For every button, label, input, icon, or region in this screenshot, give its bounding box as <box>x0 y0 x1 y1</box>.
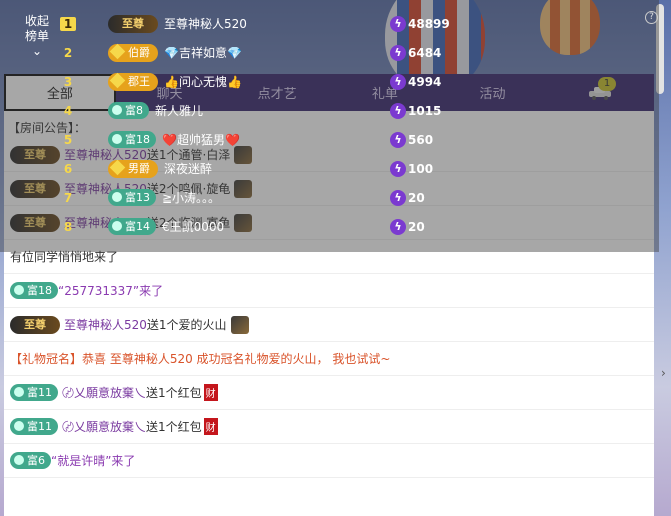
rank-user-name[interactable]: 👍问心无愧👍 <box>164 73 242 90</box>
rank-user-name[interactable]: ❤️超帅猛男❤️ <box>162 131 240 148</box>
collapse-label-line: 收起 <box>24 14 49 28</box>
zhizun-badge: 至尊 <box>108 14 158 33</box>
gift-naming-text: 【礼物冠名】恭喜 至尊神秘人520 成功冠名礼物爱的火山， 我也试试~ <box>10 352 391 366</box>
help-icon[interactable]: ? <box>645 11 658 24</box>
rank-number: 1 <box>60 16 76 31</box>
wealth-badge: 富6 <box>10 452 51 469</box>
rank-user-name[interactable]: 至尊神秘人520 <box>164 15 247 32</box>
rank-value: ϟ 1015 <box>390 102 442 119</box>
lightning-icon: ϟ <box>390 218 406 235</box>
leaderboard-overlay: 收起 榜单 ⌄ 1 至尊 至尊神秘人520 ϟ 48899 2 伯爵 💎吉祥如意💎 ϟ 6484 3 郡… <box>0 0 659 252</box>
lightning-icon: ϟ <box>390 189 406 206</box>
rank-user-name[interactable]: 新人雅儿 <box>155 102 203 119</box>
wealth-badge: 富11 <box>10 384 58 401</box>
chat-user-name[interactable]: 〄乂願意放棄乀 <box>62 384 146 401</box>
collapse-leaderboard-button[interactable]: 收起 榜单 ⌄ <box>14 14 60 59</box>
red-envelope-icon: 财 <box>203 384 218 401</box>
collapse-label-line: 榜单 <box>24 29 49 43</box>
chat-text: 送1个爱的火山 <box>146 318 227 332</box>
chat-user-name[interactable]: 至尊神秘人520 <box>64 316 147 333</box>
chat-message: 富6 “就是许晴”来了 <box>4 444 654 478</box>
chat-message: 【礼物冠名】恭喜 至尊神秘人520 成功冠名礼物爱的火山， 我也试试~ <box>4 342 654 376</box>
rank-row[interactable]: 4 富8 新人雅儿 ϟ 1015 <box>60 96 620 125</box>
rank-value-number: 20 <box>408 219 425 234</box>
rank-value-number: 100 <box>408 161 434 176</box>
chat-text: 送1个红包 <box>146 386 202 400</box>
rank-value-number: 560 <box>408 132 434 147</box>
rank-value-number: 48899 <box>408 16 450 31</box>
rank-user-name[interactable]: 💎吉祥如意💎 <box>164 44 242 61</box>
lightning-icon: ϟ <box>390 73 406 90</box>
gem-icon <box>112 134 122 144</box>
rank-row[interactable]: 3 郡王 👍问心无愧👍 ϟ 4994 <box>60 67 620 96</box>
chat-message: 富11 〄乂願意放棄乀 送1个红包财 <box>4 410 654 444</box>
collapse-label: 收起 榜单 <box>14 14 60 44</box>
gem-icon <box>14 421 24 431</box>
wealth-badge: 富18 <box>108 131 156 148</box>
chat-user-name[interactable]: 〄乂願意放棄乀 <box>62 418 146 435</box>
lightning-icon: ϟ <box>390 131 406 148</box>
rank-value: ϟ 100 <box>390 160 434 177</box>
gem-icon <box>14 387 24 397</box>
diamond-icon <box>109 72 126 88</box>
lightning-icon: ϟ <box>390 44 406 61</box>
lightning-icon: ϟ <box>390 15 406 32</box>
diamond-icon <box>109 159 126 175</box>
rank-list: 1 至尊 至尊神秘人520 ϟ 48899 2 伯爵 💎吉祥如意💎 ϟ 6484 3 郡王 👍问心无愧👍… <box>60 9 620 241</box>
rank-value-number: 6484 <box>408 45 442 60</box>
rank-number: 8 <box>63 219 73 234</box>
rank-number: 4 <box>63 103 73 118</box>
wealth-badge: 富8 <box>108 102 149 119</box>
wealth-badge: 富11 <box>10 418 58 435</box>
diamond-icon <box>109 43 126 59</box>
gem-icon <box>14 285 24 295</box>
chevron-right-icon[interactable]: › <box>661 366 666 380</box>
rank-user-name[interactable]: 深夜迷醉 <box>164 160 212 177</box>
rank-value-number: 1015 <box>408 103 442 118</box>
lightning-icon: ϟ <box>390 160 406 177</box>
rank-user-name[interactable]: €王凯0000 <box>162 218 224 235</box>
rank-value: ϟ 20 <box>390 189 425 206</box>
rank-row[interactable]: 1 至尊 至尊神秘人520 ϟ 48899 <box>60 9 620 38</box>
gem-icon <box>112 105 122 115</box>
rank-row[interactable]: 6 男爵 深夜迷醉 ϟ 100 <box>60 154 620 183</box>
rank-number: 2 <box>63 45 73 60</box>
noble-badge: 郡王 <box>108 72 158 91</box>
rank-number: 6 <box>63 161 73 176</box>
lightning-icon: ϟ <box>390 102 406 119</box>
rank-number: 7 <box>63 190 73 205</box>
rank-value: ϟ 20 <box>390 218 425 235</box>
zhizun-badge: 至尊 <box>10 315 60 334</box>
rank-value: ϟ 4994 <box>390 73 442 90</box>
gem-icon <box>14 455 24 465</box>
gift-icon <box>230 315 249 334</box>
rank-row[interactable]: 2 伯爵 💎吉祥如意💎 ϟ 6484 <box>60 38 620 67</box>
rank-row[interactable]: 8 富14 €王凯0000 ϟ 20 <box>60 212 620 241</box>
rank-row[interactable]: 5 富18 ❤️超帅猛男❤️ ϟ 560 <box>60 125 620 154</box>
rank-value-number: 4994 <box>408 74 442 89</box>
rank-row[interactable]: 7 富13 ≧小涛。。。 ϟ 20 <box>60 183 620 212</box>
chat-message: 富11 〄乂願意放棄乀 送1个红包财 <box>4 376 654 410</box>
rank-value: ϟ 560 <box>390 131 434 148</box>
chevron-down-icon: ⌄ <box>31 44 43 58</box>
chat-message: 至尊 至尊神秘人520 送1个爱的火山 <box>4 308 654 342</box>
rank-value: ϟ 6484 <box>390 44 442 61</box>
gem-icon <box>112 192 122 202</box>
red-envelope-icon: 财 <box>203 418 218 435</box>
wealth-badge: 富13 <box>108 189 156 206</box>
rank-value-number: 20 <box>408 190 425 205</box>
join-text: “257731337”来了 <box>58 284 164 298</box>
rank-value: ϟ 48899 <box>390 15 450 32</box>
rank-number: 5 <box>63 132 73 147</box>
chat-message: 富18 “257731337”来了 <box>4 274 654 308</box>
gem-icon <box>112 221 122 231</box>
rank-user-name[interactable]: ≧小涛。。。 <box>162 189 220 206</box>
noble-badge: 男爵 <box>108 159 158 178</box>
rank-number: 3 <box>63 74 73 89</box>
noble-badge: 伯爵 <box>108 43 158 62</box>
chat-text: 送1个红包 <box>146 420 202 434</box>
join-text: “就是许晴”来了 <box>51 454 136 468</box>
wealth-badge: 富14 <box>108 218 156 235</box>
wealth-badge: 富18 <box>10 282 58 299</box>
